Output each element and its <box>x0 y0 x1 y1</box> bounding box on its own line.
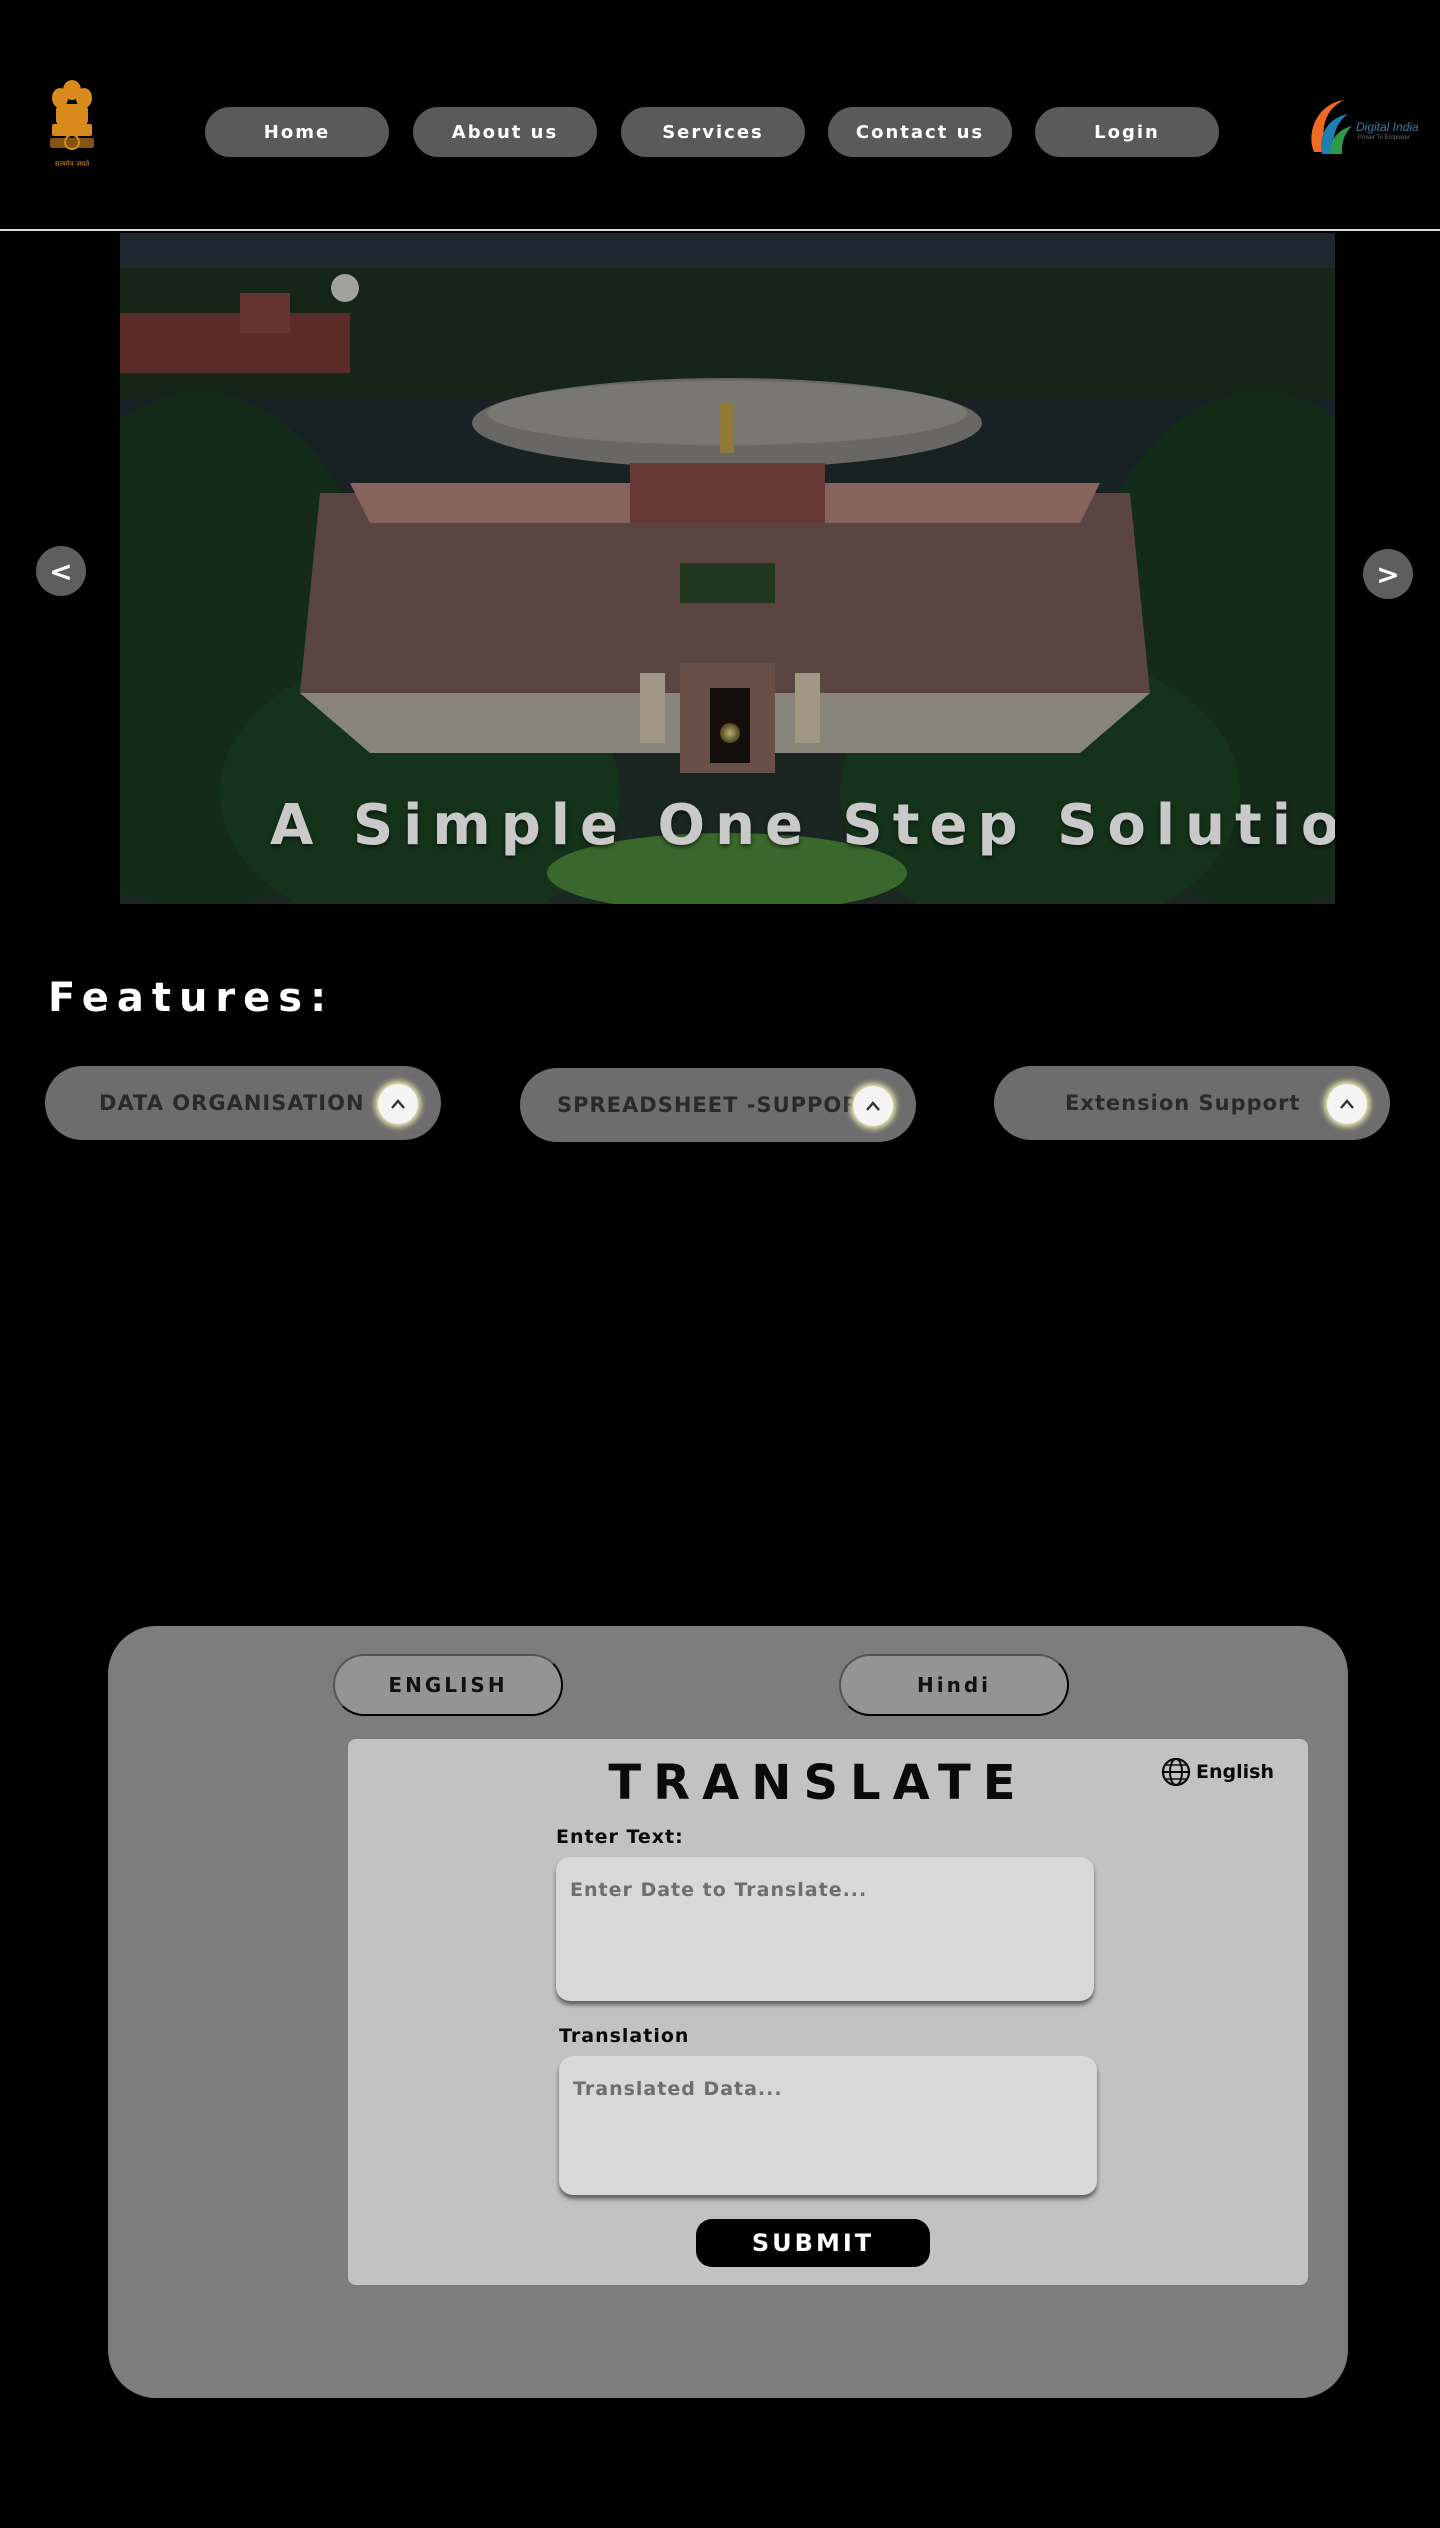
translate-title: TRANSLATE <box>608 1755 1028 1811</box>
features-heading: Features: <box>48 975 335 1021</box>
feature-extension-support[interactable]: Extension Support <box>994 1066 1390 1140</box>
submit-button[interactable]: SUBMIT <box>696 2219 930 2267</box>
output-label: Translation <box>559 2025 690 2047</box>
language-selector[interactable]: English <box>1160 1755 1274 1789</box>
feature-label: SPREADSHEET -SUPPORT <box>557 1093 874 1117</box>
feature-spreadsheet-support[interactable]: SPREADSHEET -SUPPORT <box>520 1068 916 1142</box>
feature-data-organisation[interactable]: DATA ORGANISATION <box>45 1066 441 1140</box>
feature-label: Extension Support <box>1065 1091 1301 1115</box>
nav-login-button[interactable]: Login <box>1035 107 1219 157</box>
nav-contact-button[interactable]: Contact us <box>828 107 1012 157</box>
chevron-right-icon: > <box>1376 557 1400 591</box>
english-tab-button[interactable]: ENGLISH <box>333 1654 563 1716</box>
input-label: Enter Text: <box>556 1826 684 1848</box>
nav-services-button[interactable]: Services <box>621 107 805 157</box>
language-selector-label: English <box>1196 1761 1274 1783</box>
hero-tagline: A Simple One Step Solution !! <box>270 793 1335 858</box>
carousel-next-button[interactable]: > <box>1363 549 1413 599</box>
translate-panel: ENGLISH Hindi TRANSLATE English Enter Te… <box>108 1626 1348 2398</box>
chevron-left-icon: < <box>49 554 73 588</box>
site-header: सत्यमेव जयते Home About us Services Cont… <box>0 0 1440 231</box>
svg-text:सत्यमेव जयते: सत्यमेव जयते <box>55 159 90 168</box>
feature-label: DATA ORGANISATION <box>99 1091 365 1115</box>
nav-home-button[interactable]: Home <box>205 107 389 157</box>
hindi-tab-button[interactable]: Hindi <box>839 1654 1069 1716</box>
chevron-up-icon[interactable] <box>378 1084 418 1124</box>
digital-india-mark-icon <box>1311 100 1352 154</box>
chevron-up-icon[interactable] <box>1327 1084 1367 1124</box>
translate-input-field[interactable] <box>556 1857 1094 2001</box>
nav-about-button[interactable]: About us <box>413 107 597 157</box>
globe-icon <box>1161 1757 1191 1787</box>
translation-output-field[interactable] <box>559 2056 1097 2195</box>
chevron-up-icon[interactable] <box>853 1086 893 1126</box>
translate-card: TRANSLATE English Enter Text: Translatio… <box>348 1739 1308 2285</box>
digital-india-wordmark: Digital India <box>1356 120 1419 134</box>
digital-india-tagline: Power To Empower <box>1358 135 1410 141</box>
carousel-prev-button[interactable]: < <box>36 546 86 596</box>
hero-carousel: A Simple One Step Solution !! <box>120 233 1335 904</box>
main-nav: Home About us Services Contact us Login <box>0 107 1440 157</box>
